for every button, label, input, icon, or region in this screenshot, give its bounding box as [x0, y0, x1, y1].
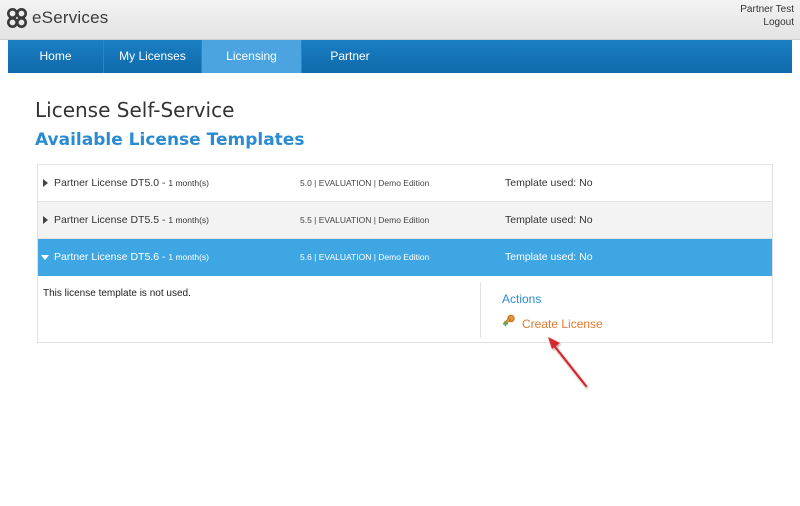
template-name-text: Partner License DT5.5 - [54, 214, 169, 226]
template-duration: 1 month(s) [168, 252, 210, 262]
logo-text: eServices [32, 8, 109, 27]
collapse-arrow-icon[interactable] [41, 255, 49, 260]
template-version: 5.0 | EVALUATION | Demo Edition [300, 178, 430, 188]
eservices-logo-icon [6, 7, 28, 29]
logo[interactable]: eServices [6, 5, 108, 31]
user-box: Partner Test Logout [740, 3, 794, 29]
template-name: Partner License DT5.5 - 1 month(s) [54, 214, 209, 226]
template-name: Partner License DT5.6 - 1 month(s) [54, 251, 209, 263]
red-arrow-annotation [540, 330, 600, 397]
template-duration: 1 month(s) [168, 215, 210, 225]
template-used: Template used: No [505, 214, 593, 226]
template-used: Template used: No [505, 251, 593, 263]
logout-link[interactable]: Logout [740, 16, 794, 29]
app-window: eServices Partner Test Logout Home My Li… [0, 0, 800, 506]
detail-divider [480, 282, 481, 338]
top-bar: eServices Partner Test Logout [0, 0, 800, 40]
template-row-selected[interactable]: Partner License DT5.6 - 1 month(s) 5.6 |… [38, 239, 772, 276]
nav-item-my-licenses[interactable]: My Licenses [104, 40, 202, 73]
template-version: 5.5 | EVALUATION | Demo Edition [300, 215, 430, 225]
template-name-text: Partner License DT5.6 - [54, 251, 169, 263]
key-plus-icon [502, 314, 516, 333]
page-title: License Self-Service [35, 98, 235, 122]
expand-arrow-icon[interactable] [43, 179, 48, 187]
nav-item-licensing[interactable]: Licensing [202, 40, 302, 73]
section-title: Available License Templates [35, 130, 305, 150]
template-version: 5.6 | EVALUATION | Demo Edition [300, 252, 430, 262]
actions-title: Actions [502, 292, 542, 306]
template-detail-message: This license template is not used. [43, 288, 191, 299]
nav-item-home[interactable]: Home [8, 40, 104, 73]
main-nav: Home My Licenses Licensing Partner [8, 40, 792, 73]
template-row[interactable]: Partner License DT5.5 - 1 month(s) 5.5 |… [38, 202, 772, 239]
template-name-text: Partner License DT5.0 - [54, 177, 169, 189]
template-row[interactable]: Partner License DT5.0 - 1 month(s) 5.0 |… [38, 165, 772, 202]
license-template-table: Partner License DT5.0 - 1 month(s) 5.0 |… [37, 164, 773, 343]
template-duration: 1 month(s) [168, 178, 210, 188]
user-name: Partner Test [740, 4, 794, 15]
template-used: Template used: No [505, 177, 593, 189]
template-detail-panel: This license template is not used. Actio… [38, 276, 772, 342]
nav-item-partner[interactable]: Partner [302, 40, 398, 73]
expand-arrow-icon[interactable] [43, 216, 48, 224]
create-license-label: Create License [522, 316, 603, 331]
template-name: Partner License DT5.0 - 1 month(s) [54, 177, 209, 189]
